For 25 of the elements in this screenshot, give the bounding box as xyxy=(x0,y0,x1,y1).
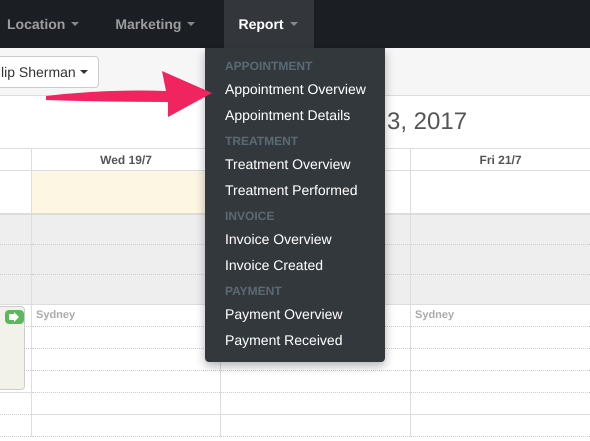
caret-icon xyxy=(187,22,196,26)
location-label: Sydney xyxy=(36,309,76,321)
day-header: Wed 19/7 xyxy=(100,152,152,166)
menu-item[interactable]: Invoice Created xyxy=(205,253,344,279)
location-label: Sydney xyxy=(415,309,454,321)
day-header: Fri 21/7 xyxy=(479,152,522,166)
nav-menu[interactable]: Report xyxy=(224,0,314,48)
menu-item[interactable]: Appointment Overview xyxy=(205,77,386,103)
menu-item[interactable]: Treatment Performed xyxy=(205,178,378,204)
nav-menu[interactable]: Location xyxy=(0,0,94,48)
caret-icon xyxy=(290,22,298,26)
time-slot xyxy=(0,245,31,275)
menu-item[interactable]: Payment Overview xyxy=(205,302,362,328)
caret-icon xyxy=(80,70,88,74)
exit-icon xyxy=(5,310,24,324)
menu-item[interactable]: Payment Received xyxy=(205,328,363,354)
event-block[interactable] xyxy=(0,306,25,390)
staff-dropdown[interactable]: lip Sherman xyxy=(0,56,99,88)
caret-icon xyxy=(71,22,80,26)
menu-item[interactable]: Treatment Overview xyxy=(205,152,371,178)
menu-item[interactable]: Appointment Details xyxy=(205,103,370,129)
time-slot xyxy=(0,215,31,245)
nav-menu[interactable]: Marketing xyxy=(108,0,210,48)
menu-item[interactable]: Invoice Overview xyxy=(205,227,352,253)
calendar-title: 3, 2017 xyxy=(387,108,468,136)
